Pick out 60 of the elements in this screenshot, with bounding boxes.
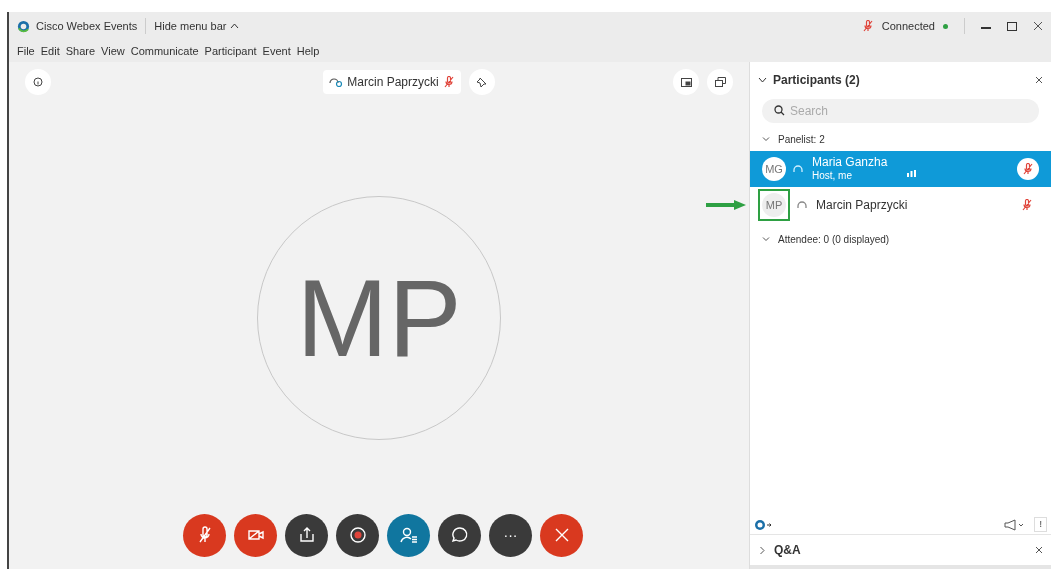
share-button[interactable]	[285, 513, 328, 557]
menu-item[interactable]: Help	[296, 42, 320, 60]
mute-button[interactable]	[183, 513, 226, 557]
window-button[interactable]	[707, 69, 733, 95]
participant-name: Maria Ganzha	[812, 155, 888, 171]
chat-button[interactable]	[438, 513, 481, 557]
close-icon[interactable]	[1035, 546, 1043, 554]
menu-item[interactable]: Share	[65, 42, 96, 60]
headset-icon	[792, 163, 804, 175]
info-icon	[33, 77, 43, 87]
picture-in-picture-icon	[680, 77, 692, 87]
windows-icon	[714, 77, 726, 87]
menu-item[interactable]: Event	[262, 42, 291, 60]
close-icon[interactable]	[1033, 21, 1043, 31]
avatar: MP	[762, 193, 786, 217]
hide-menu-bar-button[interactable]: Hide menu bar	[154, 17, 240, 35]
menu-item[interactable]: File	[17, 42, 35, 60]
record-button[interactable]	[336, 513, 379, 557]
avatar: MG	[762, 157, 786, 181]
arrow-annotation	[706, 200, 746, 210]
more-button[interactable]: ···	[489, 513, 532, 557]
group-label: Attendee: 0 (0 displayed)	[778, 232, 890, 247]
headset-icon	[329, 76, 344, 88]
menu-item[interactable]: View	[101, 42, 125, 60]
chat-icon	[449, 525, 470, 545]
muted-mic-icon	[1022, 163, 1034, 175]
close-icon[interactable]	[1035, 76, 1043, 84]
muted-mic-icon	[1021, 199, 1033, 211]
pin-button[interactable]	[468, 69, 495, 95]
participant-role: Host, me	[812, 170, 853, 183]
record-icon	[347, 525, 368, 545]
chevron-down-icon[interactable]	[758, 77, 767, 83]
connection-status: Connected	[881, 18, 935, 34]
mute-status-badge[interactable]	[1017, 158, 1039, 180]
headset-icon	[796, 199, 808, 211]
pin-icon	[476, 76, 488, 88]
video-button[interactable]	[234, 513, 277, 557]
chevron-up-icon	[230, 23, 240, 29]
maximize-icon[interactable]	[1007, 21, 1017, 31]
panel-title: Participants (2)	[773, 72, 860, 89]
panel-title: Q&A	[774, 542, 801, 559]
participants-button[interactable]	[387, 513, 430, 557]
participants-icon	[398, 525, 419, 545]
search-field[interactable]: Search	[762, 99, 1039, 123]
participant-name: Marcin Paprzycki	[816, 197, 908, 213]
participant-row[interactable]: MP Marcin Paprzycki	[750, 187, 1051, 223]
alert-button[interactable]: !	[1034, 516, 1047, 533]
group-label: Panelist: 2	[778, 132, 825, 147]
menu-item[interactable]: Participant	[204, 42, 257, 60]
webex-logo-icon	[17, 19, 30, 33]
info-button[interactable]	[25, 69, 51, 95]
menu-item[interactable]: Communicate	[130, 42, 199, 60]
participant-row[interactable]: MG Maria Ganzha Host, me	[750, 151, 1051, 187]
app-title: Cisco Webex Events	[36, 18, 138, 34]
webex-logo-icon[interactable]	[754, 518, 772, 531]
menu-item[interactable]: Edit	[40, 42, 60, 60]
layout-button[interactable]	[673, 69, 699, 95]
speaker-name: Marcin Paprzycki	[347, 74, 439, 91]
more-icon: ···	[503, 528, 518, 542]
leave-button[interactable]	[540, 513, 583, 557]
